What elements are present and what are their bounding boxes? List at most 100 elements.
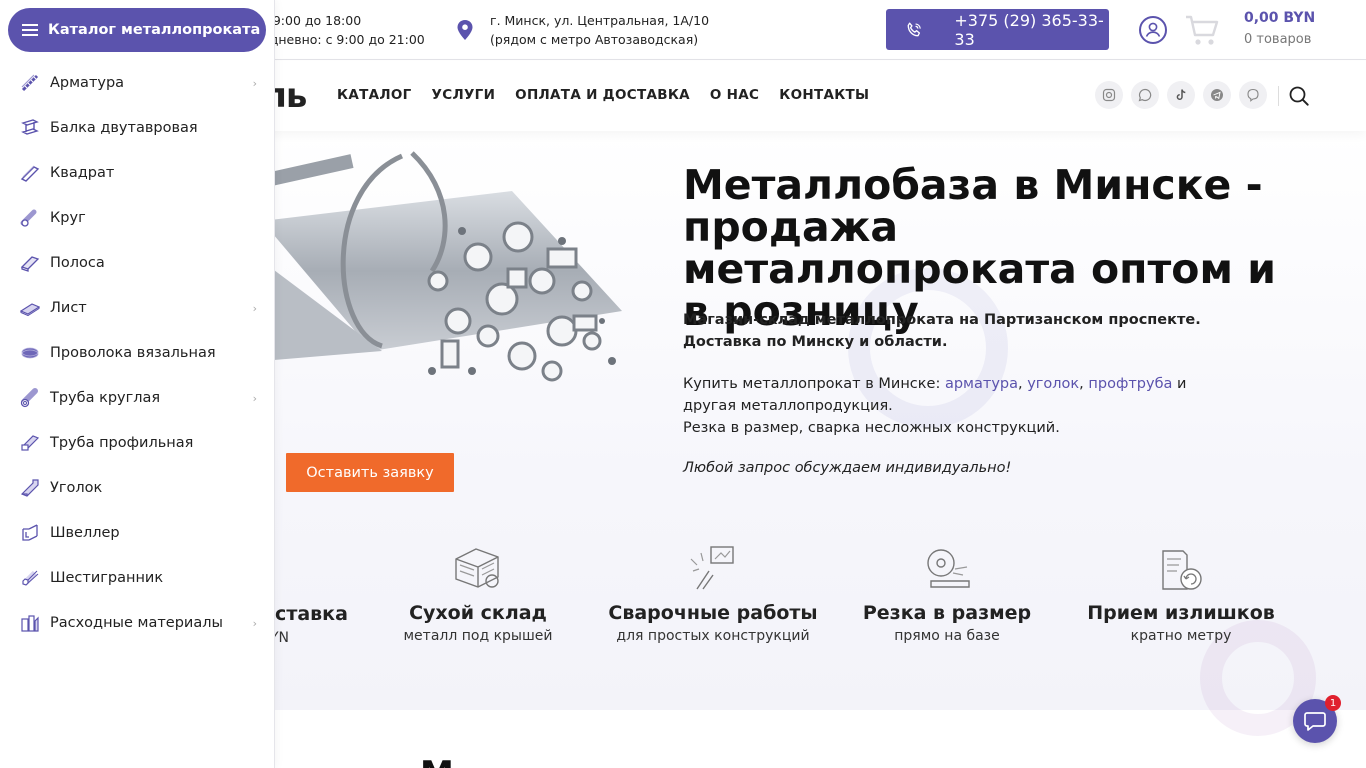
chat-badge: 1 bbox=[1325, 695, 1341, 711]
phone-number: +375 (29) 365-33-33 bbox=[954, 10, 1104, 49]
divider bbox=[1278, 86, 1279, 106]
catalog-item-angle[interactable]: Уголок bbox=[0, 465, 275, 510]
subtitle-line: Магазин-склад металлопроката на Партизан… bbox=[683, 312, 1201, 328]
catalog-item-label: Шестигранник bbox=[50, 569, 164, 586]
feature-sub: металл под крышей bbox=[403, 628, 553, 644]
profile-pipe-icon bbox=[21, 434, 40, 451]
catalog-menu: Каталог металлопроката Арматура › Балка … bbox=[0, 0, 275, 768]
cutting-icon bbox=[927, 549, 970, 588]
hexagon-bar-icon bbox=[22, 570, 39, 586]
catalog-item-square[interactable]: Квадрат bbox=[0, 150, 275, 195]
feature-title: Сухой склад bbox=[409, 602, 547, 624]
chevron-right-icon: › bbox=[252, 617, 257, 630]
feature-welding: Сварочные работы для простых конструкций bbox=[603, 545, 823, 644]
link-angle[interactable]: уголок bbox=[1027, 376, 1079, 392]
channel-icon bbox=[22, 523, 38, 541]
telegram-icon[interactable] bbox=[1203, 81, 1231, 109]
nav-item-services[interactable]: УСЛУГИ bbox=[432, 87, 496, 103]
catalog-item-sheet[interactable]: Лист › bbox=[0, 285, 275, 330]
chevron-right-icon: › bbox=[252, 302, 257, 315]
chevron-right-icon: › bbox=[252, 392, 257, 405]
catalog-item-label: Балка двутавровая bbox=[50, 119, 198, 136]
catalog-button-label: Каталог металлопроката bbox=[48, 22, 261, 38]
feature-title: Сварочные работы bbox=[608, 602, 818, 624]
hero-text: Купить металлопрокат в Минске: арматура,… bbox=[683, 376, 1187, 436]
page: с 9:00 до 18:00 едневно: с 9:00 до 21:00… bbox=[0, 0, 1366, 768]
consumables-icon bbox=[21, 614, 39, 632]
search-icon[interactable] bbox=[1288, 85, 1310, 107]
catalog-item-label: Уголок bbox=[50, 479, 103, 496]
cart-count: 0 товаров bbox=[1244, 32, 1312, 47]
working-hours: с 9:00 до 18:00 едневно: с 9:00 до 21:00 bbox=[262, 11, 425, 49]
location-pin-icon bbox=[457, 20, 473, 40]
user-icon bbox=[1145, 22, 1161, 37]
link-profile-pipe[interactable]: профтруба bbox=[1088, 376, 1172, 392]
strip-icon bbox=[20, 255, 40, 272]
catalog-item-consumables[interactable]: Расходные материалы › bbox=[0, 600, 275, 645]
cart-icon[interactable] bbox=[1184, 13, 1220, 47]
feature-dry-warehouse: Сухой склад металл под крышей bbox=[368, 545, 588, 644]
hero-note: Любой запрос обсуждаем индивидуально! bbox=[683, 460, 1012, 476]
menu-icon bbox=[22, 24, 38, 36]
catalog-item-wire[interactable]: Проволока вязальная bbox=[0, 330, 275, 375]
catalog-item-label: Лист bbox=[50, 299, 87, 316]
section-title: М bbox=[420, 754, 454, 768]
user-account-icon[interactable] bbox=[1139, 16, 1167, 44]
whatsapp-icon[interactable] bbox=[1131, 81, 1159, 109]
catalog-item-label: Швеллер bbox=[50, 524, 120, 541]
catalog-item-rebar[interactable]: Арматура › bbox=[0, 60, 275, 105]
feature-sub: прямо на базе bbox=[894, 628, 1000, 644]
feature-cutting: Резка в размер прямо на базе bbox=[837, 545, 1057, 644]
address-line: (рядом с метро Автозаводская) bbox=[490, 32, 699, 47]
text-fragment: Купить металлопрокат в Минске: bbox=[683, 376, 945, 392]
catalog-item-round-pipe[interactable]: Труба круглая › bbox=[0, 375, 275, 420]
phone-button[interactable]: +375 (29) 365-33-33 bbox=[886, 9, 1109, 50]
feature-surplus: Прием излишков кратно метру bbox=[1071, 545, 1291, 644]
catalog-list: Арматура › Балка двутавровая Квадрат Кру… bbox=[0, 60, 275, 645]
angle-icon bbox=[20, 478, 39, 497]
address: г. Минск, ул. Центральная, 1А/10 (рядом … bbox=[490, 11, 709, 49]
wire-coil-icon bbox=[21, 347, 39, 358]
catalog-item-label: Труба профильная bbox=[50, 434, 194, 451]
warehouse-icon bbox=[455, 548, 499, 588]
feature-title: Резка в размер bbox=[862, 602, 1032, 624]
nav-item-contacts[interactable]: КОНТАКТЫ bbox=[779, 87, 869, 103]
nav-item-catalog[interactable]: КАТАЛОГ bbox=[337, 87, 412, 103]
nav-item-about[interactable]: О НАС bbox=[710, 87, 759, 103]
text-fragment: Резка в размер, сварка несложных констру… bbox=[683, 420, 1060, 436]
catalog-item-label: Арматура bbox=[50, 74, 125, 91]
address-line: г. Минск, ул. Центральная, 1А/10 bbox=[490, 13, 710, 28]
catalog-item-hexagon[interactable]: Шестигранник bbox=[0, 555, 275, 600]
catalog-item-i-beam[interactable]: Балка двутавровая bbox=[0, 105, 275, 150]
catalog-item-label: Проволока вязальная bbox=[50, 344, 216, 361]
feature-title: Прием излишков bbox=[1087, 602, 1275, 624]
catalog-item-strip[interactable]: Полоса bbox=[0, 240, 275, 285]
link-rebar[interactable]: арматура bbox=[945, 376, 1018, 392]
catalog-item-label: Полоса bbox=[50, 254, 105, 271]
catalog-button[interactable]: Каталог металлопроката bbox=[8, 8, 266, 52]
round-pipe-icon bbox=[20, 387, 38, 407]
catalog-item-round[interactable]: Круг bbox=[0, 195, 275, 240]
hours-line: едневно: с 9:00 до 21:00 bbox=[262, 32, 425, 47]
round-bar-icon bbox=[20, 209, 37, 227]
return-icon bbox=[1162, 550, 1202, 590]
social-links bbox=[1095, 81, 1267, 109]
page-title: Металлобаза в Минске - продажа металлопр… bbox=[683, 161, 1276, 335]
cart-sum[interactable]: 0,00 BYN bbox=[1244, 10, 1315, 26]
rebar-icon bbox=[21, 74, 39, 91]
catalog-item-label: Расходные материалы bbox=[50, 614, 223, 631]
viber-icon[interactable] bbox=[1239, 81, 1267, 109]
order-button[interactable]: Оставить заявку bbox=[286, 453, 454, 492]
nav-item-payment-delivery[interactable]: ОПЛАТА И ДОСТАВКА bbox=[515, 87, 690, 103]
main-nav: КАТАЛОГ УСЛУГИ ОПЛАТА И ДОСТАВКА О НАС К… bbox=[337, 87, 869, 103]
catalog-item-label: Квадрат bbox=[50, 164, 115, 181]
tiktok-icon[interactable] bbox=[1167, 81, 1195, 109]
catalog-item-channel[interactable]: Швеллер bbox=[0, 510, 275, 555]
phone-icon bbox=[907, 21, 921, 36]
welding-icon bbox=[690, 546, 734, 590]
catalog-item-profile-pipe[interactable]: Труба профильная bbox=[0, 420, 275, 465]
i-beam-icon bbox=[21, 118, 39, 135]
subtitle-line: Доставка по Минску и области. bbox=[683, 334, 948, 350]
instagram-icon[interactable] bbox=[1095, 81, 1123, 109]
hero-subtitle: Магазин-склад металлопроката на Партизан… bbox=[683, 309, 1201, 353]
